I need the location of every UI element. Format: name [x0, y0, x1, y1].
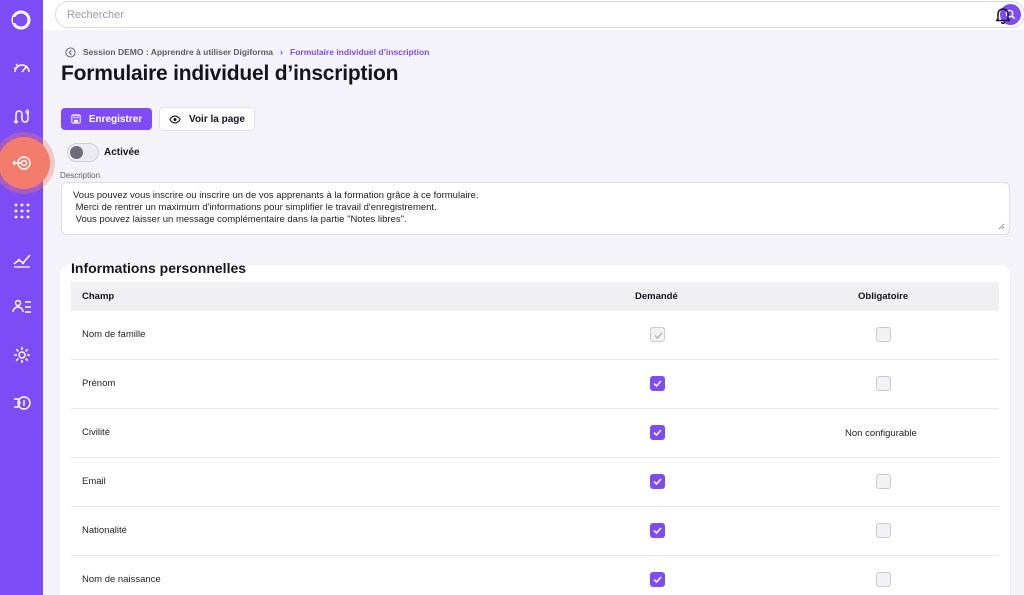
- description-line: Vous pouvez vous inscrire ou inscrire un…: [73, 190, 479, 201]
- sidebar-item-settings[interactable]: [0, 338, 43, 372]
- section-title: Informations personnelles: [71, 260, 247, 276]
- resize-handle-icon[interactable]: [998, 223, 1005, 230]
- main-content: Session DEMO : Apprendre à utiliser Digi…: [43, 30, 1024, 595]
- not-configurable-text: Non configurable: [845, 428, 917, 439]
- field-label: Email: [82, 476, 106, 487]
- personal-info-card: Informations personnelles Champ Demandé …: [60, 260, 1010, 595]
- requested-checkbox[interactable]: [650, 572, 665, 587]
- gear-icon: [13, 347, 30, 363]
- check-icon: [654, 332, 663, 340]
- field-label: Civilité: [82, 427, 110, 438]
- user-list-icon: [11, 299, 31, 313]
- required-checkbox[interactable]: [876, 474, 891, 489]
- sidebar-item-finance[interactable]: €: [0, 99, 43, 133]
- field-label: Nationalité: [82, 525, 127, 536]
- logo-icon[interactable]: [10, 9, 32, 31]
- check-icon: [653, 576, 662, 584]
- sidebar-item-dashboard[interactable]: [0, 51, 43, 85]
- sidebar-item-sessions[interactable]: [0, 146, 43, 180]
- sidebar-item-contacts[interactable]: [0, 290, 43, 324]
- column-header-field: Champ: [82, 291, 115, 302]
- top-bar: [43, 0, 1024, 30]
- toggle-knob: [70, 146, 83, 159]
- description-label: Description: [60, 171, 101, 180]
- sidebar-item-billing[interactable]: [0, 386, 43, 420]
- chart-growth-icon: [13, 254, 31, 268]
- eye-icon: [169, 115, 181, 123]
- check-icon: [653, 429, 662, 437]
- sidebar: €: [0, 0, 50, 595]
- requested-checkbox: [650, 327, 665, 342]
- search-bar[interactable]: [55, 1, 1024, 28]
- check-icon: [653, 478, 662, 486]
- table-header: Champ Demandé Obligatoire: [71, 282, 999, 311]
- table-row: Email: [71, 458, 999, 507]
- save-button-label: Enregistrer: [88, 113, 143, 125]
- required-checkbox[interactable]: [876, 523, 891, 538]
- column-header-required: Obligatoire: [858, 291, 909, 302]
- sidebar-item-catalog[interactable]: [0, 194, 43, 228]
- sidebar-item-stats[interactable]: [0, 242, 43, 276]
- required-checkbox[interactable]: [876, 327, 891, 342]
- check-icon: [653, 527, 662, 535]
- requested-checkbox[interactable]: [650, 376, 665, 391]
- table-row: Prénom: [71, 360, 999, 409]
- required-checkbox[interactable]: [876, 572, 891, 587]
- description-textarea[interactable]: Vous pouvez vous inscrire ou inscrire un…: [61, 182, 1010, 235]
- breadcrumb-parent-link[interactable]: Session DEMO : Apprendre à utiliser Digi…: [83, 47, 273, 57]
- required-checkbox[interactable]: [876, 376, 891, 391]
- save-button[interactable]: Enregistrer: [61, 108, 152, 130]
- breadcrumb-current: Formulaire individuel d’inscription: [290, 47, 430, 57]
- search-input[interactable]: [67, 7, 937, 23]
- back-circle-icon[interactable]: [65, 46, 76, 58]
- field-label: Nom de naissance: [82, 574, 161, 585]
- notifications-button[interactable]: [995, 6, 1011, 25]
- gauge-icon: [13, 63, 30, 73]
- active-toggle[interactable]: [67, 143, 99, 162]
- field-label: Prénom: [82, 378, 116, 389]
- chevron-right-icon: ›: [280, 47, 284, 57]
- active-toggle-label: Activée: [104, 147, 140, 158]
- bell-icon: [995, 8, 1011, 25]
- requested-checkbox[interactable]: [650, 425, 665, 440]
- column-header-requested: Demandé: [635, 291, 678, 302]
- dots-grid-icon: [14, 203, 29, 219]
- table-row: Civilité Non configurable: [71, 409, 999, 458]
- page-title: Formulaire individuel d’inscription: [61, 62, 399, 85]
- description-line: Merci de rentrer un maximum d'informatio…: [73, 202, 437, 213]
- floppy-disk-icon: [71, 114, 81, 124]
- requested-checkbox[interactable]: [650, 523, 665, 538]
- table-row: Nationalité: [71, 507, 999, 556]
- view-page-button-label: Voir la page: [189, 113, 245, 125]
- table-row: Nom de naissance: [71, 556, 999, 595]
- field-label: Nom de famille: [82, 329, 146, 340]
- target-icon: [11, 156, 31, 170]
- route-euro-icon: €: [13, 109, 29, 124]
- breadcrumb: Session DEMO : Apprendre à utiliser Digi…: [65, 45, 429, 59]
- hand-coin-icon: [13, 396, 31, 410]
- svg-text:€: €: [25, 109, 29, 116]
- view-page-button[interactable]: Voir la page: [159, 107, 255, 131]
- table-row: Nom de famille: [71, 311, 999, 360]
- requested-checkbox[interactable]: [650, 474, 665, 489]
- description-line: Vous pouvez laisser un message complémen…: [73, 214, 407, 225]
- check-icon: [653, 380, 662, 388]
